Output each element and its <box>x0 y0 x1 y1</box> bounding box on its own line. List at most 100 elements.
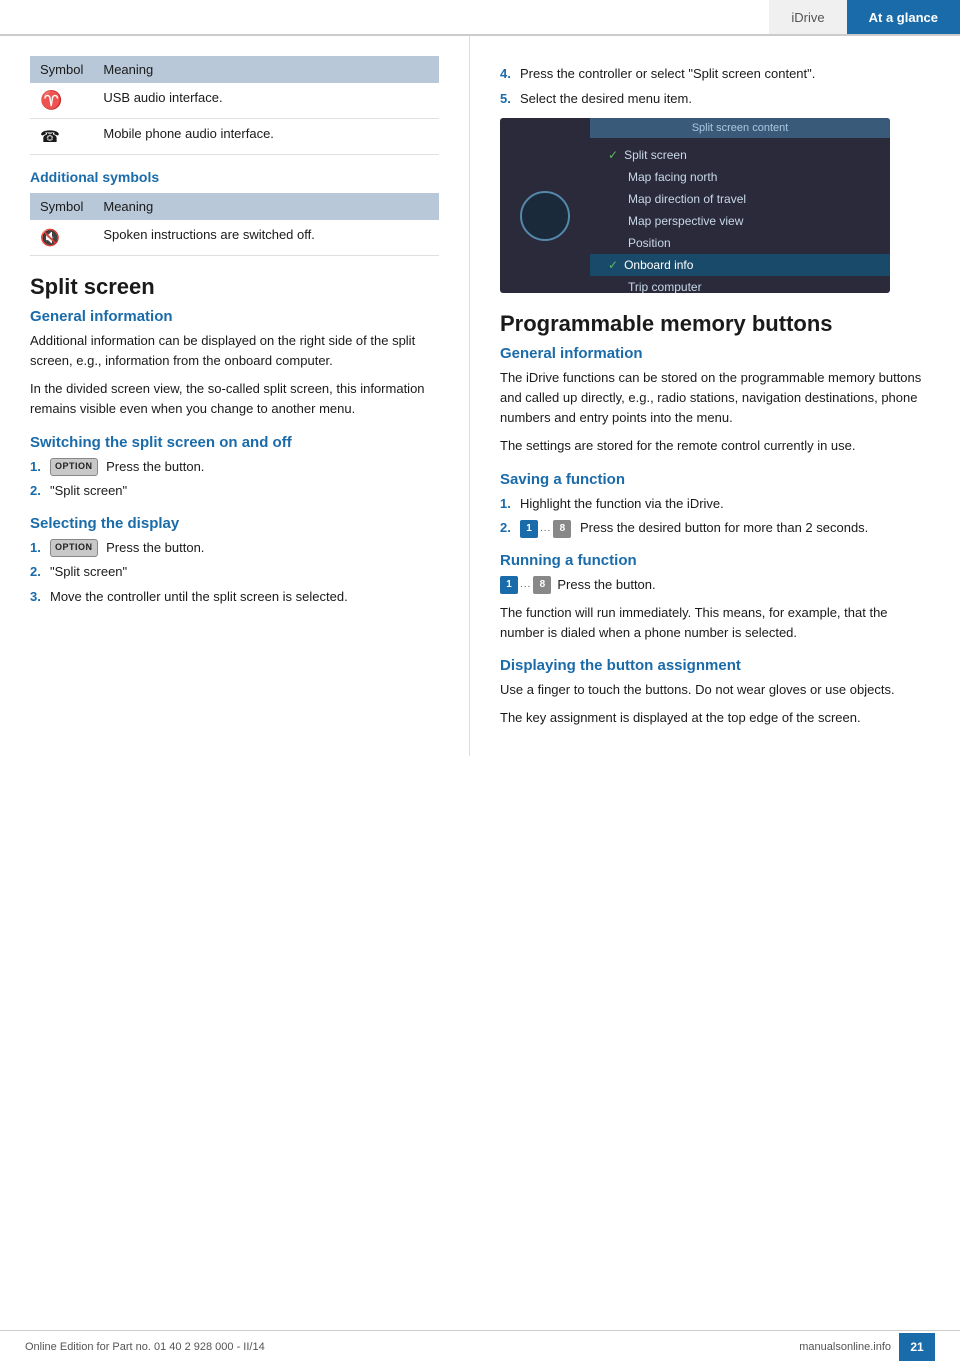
menu-item-label: Trip computer <box>628 280 702 293</box>
mem-btn-1: 1 <box>520 520 538 538</box>
switching-steps-list: 1. OPTION Press the button. 2. "Split sc… <box>30 457 439 501</box>
mem-btn-dots: ... <box>540 521 551 536</box>
tab-at-a-glance-label: At a glance <box>869 10 938 25</box>
footer-right: manualsonline.info 21 <box>799 1333 935 1361</box>
tab-idrive[interactable]: iDrive <box>769 0 846 34</box>
tab-at-a-glance[interactable]: At a glance <box>847 0 960 34</box>
prog-mem-title: Programmable memory buttons <box>500 311 935 337</box>
running-text: 1 ... 8 Press the button. <box>500 575 935 595</box>
menu-item-label: Position <box>628 236 671 250</box>
table1-col1: Symbol <box>30 56 93 83</box>
step-num: 5. <box>500 89 520 109</box>
step-text: Press the controller or select "Split sc… <box>520 64 935 84</box>
symbol-table-2: Symbol Meaning 🔇 Spoken instructions are… <box>30 193 439 256</box>
step-content: 1 ... 8 Press the desired button for mor… <box>520 518 935 538</box>
split-screen-menu: ✓ Split screen Map facing north Map dire… <box>590 138 890 293</box>
menu-item-label: Map facing north <box>628 170 717 184</box>
header-tabs: iDrive At a glance <box>769 0 960 34</box>
step-num: 4. <box>500 64 520 84</box>
menu-item-map-direction: Map direction of travel <box>590 188 890 210</box>
step-text: Press the desired button for more than 2… <box>580 520 868 535</box>
steps-top-list: 4. Press the controller or select "Split… <box>500 64 935 108</box>
page-header: iDrive At a glance <box>0 0 960 36</box>
usb-icon: ♈ <box>40 90 62 110</box>
prog-general-info-p2: The settings are stored for the remote c… <box>500 436 935 456</box>
page-number: 21 <box>899 1333 935 1361</box>
list-item: 3. Move the controller until the split s… <box>30 587 439 607</box>
phone-icon: ☎ <box>40 129 60 146</box>
prog-general-info-p1: The iDrive functions can be stored on th… <box>500 368 935 428</box>
menu-item-trip-computer: Trip computer <box>590 276 890 293</box>
memory-button-group: 1 ... 8 <box>520 520 571 538</box>
selecting-heading: Selecting the display <box>30 515 439 532</box>
menu-item-position: Position <box>590 232 890 254</box>
step-text: Highlight the function via the iDrive. <box>520 494 935 514</box>
step-text: Select the desired menu item. <box>520 89 935 109</box>
running-btn-group: 1 ... 8 <box>500 576 551 594</box>
phone-meaning-cell: Mobile phone audio interface. <box>93 119 439 155</box>
controller-circle-icon <box>520 191 570 241</box>
displaying-heading: Displaying the button assignment <box>500 657 935 674</box>
page-footer: Online Edition for Part no. 01 40 2 928 … <box>0 1330 960 1362</box>
list-item: 1. OPTION Press the button. <box>30 538 439 558</box>
table2-col1: Symbol <box>30 193 93 220</box>
table2-col2: Meaning <box>93 193 439 220</box>
running-heading: Running a function <box>500 552 935 569</box>
split-screen-content-title: Split screen content <box>590 118 890 138</box>
menu-item-map-perspective: Map perspective view <box>590 210 890 232</box>
step-content: OPTION Press the button. <box>50 457 439 477</box>
step-text: Press the button. <box>106 540 204 555</box>
menu-item-map-north: Map facing north <box>590 166 890 188</box>
menu-item-label: Map direction of travel <box>628 192 746 206</box>
speaker-off-icon: 🔇 <box>40 230 60 247</box>
option-button-icon: OPTION <box>50 458 98 476</box>
saving-heading: Saving a function <box>500 471 935 488</box>
split-screen-title: Split screen <box>30 274 439 300</box>
list-item: 4. Press the controller or select "Split… <box>500 64 935 84</box>
displaying-p1: Use a finger to touch the buttons. Do no… <box>500 680 935 700</box>
list-item: 2. 1 ... 8 Press the desired button for … <box>500 518 935 538</box>
right-column: 4. Press the controller or select "Split… <box>470 36 960 756</box>
left-column: Symbol Meaning ♈ USB audio interface. ☎ … <box>0 36 470 756</box>
menu-item-label: Onboard info <box>624 258 693 272</box>
list-item: 2. "Split screen" <box>30 562 439 582</box>
list-item: 1. OPTION Press the button. <box>30 457 439 477</box>
additional-symbols-heading: Additional symbols <box>30 169 439 185</box>
list-item: 1. Highlight the function via the iDrive… <box>500 494 935 514</box>
split-screen-general-info-p2: In the divided screen view, the so-calle… <box>30 379 439 419</box>
split-screen-image: Split screen content ✓ Split screen Map … <box>500 118 890 293</box>
step-num: 3. <box>30 587 50 607</box>
running-text2: The function will run immediately. This … <box>500 603 935 643</box>
tab-idrive-label: iDrive <box>791 10 824 25</box>
usb-meaning-cell: USB audio interface. <box>93 83 439 119</box>
saving-steps-list: 1. Highlight the function via the iDrive… <box>500 494 935 538</box>
mem-btn-8: 8 <box>553 520 571 538</box>
list-item: 2. "Split screen" <box>30 481 439 501</box>
selecting-steps-list: 1. OPTION Press the button. 2. "Split sc… <box>30 538 439 607</box>
step-text: "Split screen" <box>50 481 439 501</box>
split-screen-general-info-heading: General information <box>30 308 439 325</box>
table-row: ☎ Mobile phone audio interface. <box>30 119 439 155</box>
footer-site: manualsonline.info <box>799 1341 891 1353</box>
running-mem-btn-dots: ... <box>520 577 531 593</box>
step-content: OPTION Press the button. <box>50 538 439 558</box>
menu-item-label: Split screen <box>624 148 687 162</box>
step-num: 1. <box>30 538 50 558</box>
menu-item-split-screen: ✓ Split screen <box>590 144 890 166</box>
menu-item-label: Map perspective view <box>628 214 743 228</box>
prog-general-info-heading: General information <box>500 345 935 362</box>
footer-text: Online Edition for Part no. 01 40 2 928 … <box>25 1341 265 1353</box>
table-row: 🔇 Spoken instructions are switched off. <box>30 220 439 256</box>
phone-symbol-cell: ☎ <box>30 119 93 155</box>
list-item: 5. Select the desired menu item. <box>500 89 935 109</box>
step-text: Move the controller until the split scre… <box>50 587 439 607</box>
switching-heading: Switching the split screen on and off <box>30 434 439 451</box>
step-num: 2. <box>500 518 520 538</box>
step-num: 2. <box>30 562 50 582</box>
running-text1: Press the button. <box>557 575 655 595</box>
table-row: ♈ USB audio interface. <box>30 83 439 119</box>
step-num: 1. <box>30 457 50 477</box>
speaker-off-symbol-cell: 🔇 <box>30 220 93 256</box>
split-screen-menu-panel: Split screen content ✓ Split screen Map … <box>590 118 890 293</box>
main-content: Symbol Meaning ♈ USB audio interface. ☎ … <box>0 36 960 756</box>
